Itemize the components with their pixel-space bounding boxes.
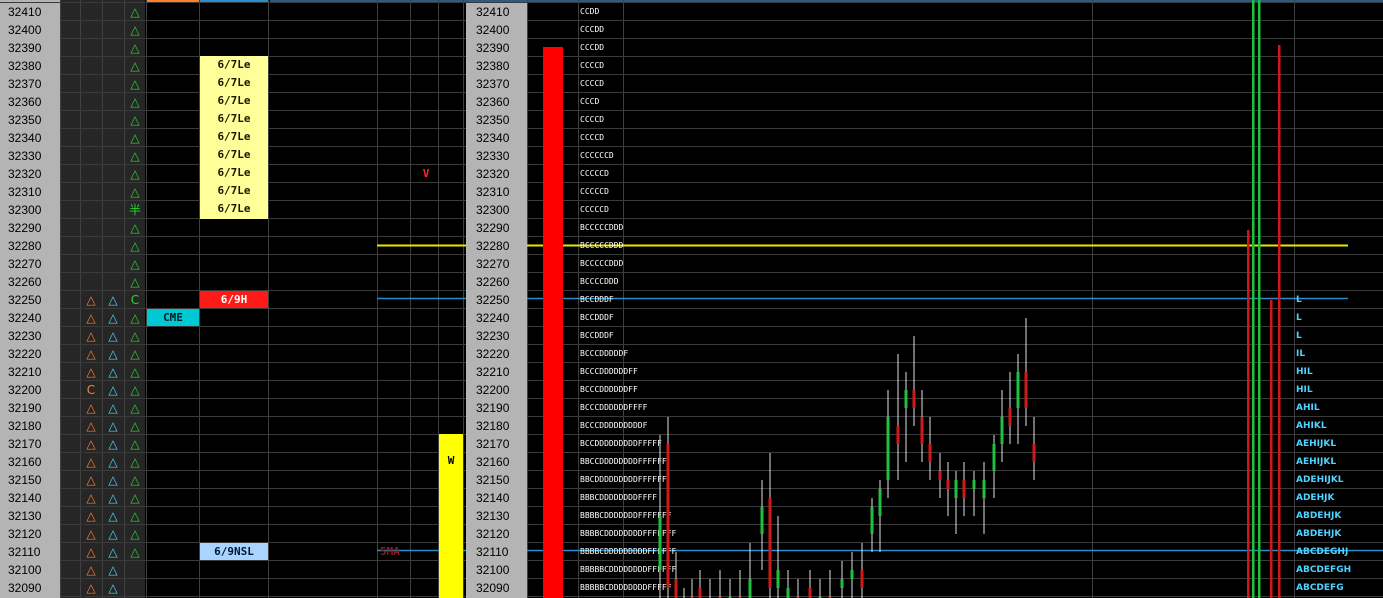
candle-body: [972, 480, 976, 489]
candle-body: [760, 507, 764, 534]
session-range-bar: [1252, 0, 1255, 598]
session-range-bar: [1278, 45, 1281, 598]
candle-body: [992, 444, 996, 471]
candle-body: [954, 480, 958, 498]
candle-body: [776, 570, 780, 588]
candle-body: [840, 579, 844, 588]
candle-body: [928, 444, 932, 462]
candle-body: [860, 570, 864, 588]
candle-body: [658, 516, 662, 570]
candle-body: [698, 588, 702, 598]
candle-body: [748, 579, 752, 598]
candle-body: [878, 489, 882, 516]
candle-body: [904, 390, 908, 408]
candle-body: [982, 480, 986, 498]
candle-body: [962, 480, 966, 498]
candle-body: [946, 480, 950, 489]
candle-body: [1000, 417, 1004, 444]
candle-body: [886, 417, 890, 480]
candle-body: [808, 588, 812, 598]
candle-body: [870, 507, 874, 534]
candle-body: [1032, 444, 1036, 462]
candle-body: [938, 471, 942, 480]
candle-body: [912, 390, 916, 408]
candle-body: [920, 417, 924, 444]
candle-body: [666, 444, 670, 588]
candle-body: [768, 498, 772, 588]
candle-body: [674, 579, 678, 598]
session-range-bar: [1247, 230, 1250, 598]
session-range-bar: [1270, 300, 1273, 598]
candle-body: [1024, 372, 1028, 408]
candle-body: [896, 426, 900, 444]
session-range-bar: [1258, 0, 1261, 598]
candle-body: [786, 588, 790, 598]
market-profile-window: 32410 △ 32410 CCDD 32400 △ 32400 CCCDD 32390 △ 323…: [0, 0, 1383, 598]
candle-body: [1016, 372, 1020, 408]
candle-body: [1008, 408, 1012, 426]
candle-body: [850, 570, 854, 579]
candlestick-chart: [658, 0, 1281, 598]
